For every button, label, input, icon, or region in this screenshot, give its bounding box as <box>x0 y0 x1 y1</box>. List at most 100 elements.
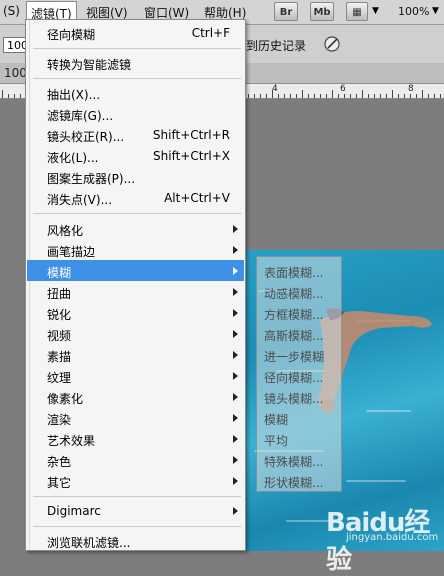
menu-item-smart-filter[interactable]: 转换为智能滤镜 <box>47 56 131 73</box>
menu-separator <box>33 78 241 79</box>
menu-item-sharpen[interactable]: 锐化 <box>47 306 71 323</box>
submenu-item[interactable]: 进一步模糊 <box>264 348 324 365</box>
ruler-tick <box>332 90 333 98</box>
submenu-item[interactable]: 镜头模糊... <box>264 390 323 407</box>
menu-item-stylize[interactable]: 风格化 <box>47 222 83 239</box>
submenu-item[interactable]: 平均 <box>264 432 288 449</box>
submenu-arrow-icon <box>233 309 238 317</box>
ruler-tick <box>440 94 441 98</box>
ruler-tick <box>422 90 423 98</box>
menu-item-liquify[interactable]: 液化(L)... <box>47 149 99 166</box>
submenu-arrow-icon <box>233 507 238 515</box>
ruler-tick <box>284 94 285 98</box>
ruler-tick <box>302 90 303 98</box>
menu-item-last-filter[interactable]: 径向模糊 <box>47 26 95 43</box>
ruler-tick <box>410 94 411 98</box>
menu-select[interactable]: (S) <box>3 4 20 18</box>
menu-item-sketch[interactable]: 素描 <box>47 348 71 365</box>
menu-item-vanishing-point[interactable]: 消失点(V)... <box>47 191 112 208</box>
menu-separator <box>33 48 241 49</box>
menu-item-blur[interactable]: 模糊 <box>47 264 71 281</box>
ruler-tick <box>338 94 339 98</box>
shortcut-label: Alt+Ctrl+V <box>164 191 230 205</box>
ruler-tick <box>290 94 291 98</box>
menu-item-video[interactable]: 视频 <box>47 327 71 344</box>
submenu-item[interactable]: 形状模糊... <box>264 474 323 491</box>
submenu-item[interactable]: 高斯模糊... <box>264 327 323 344</box>
submenu-arrow-icon <box>233 435 238 443</box>
menu-item-extract[interactable]: 抽出(X)... <box>47 86 100 103</box>
submenu-arrow-icon <box>233 456 238 464</box>
ruler-tick <box>14 94 15 98</box>
ruler-tick <box>434 94 435 98</box>
airbrush-icon[interactable] <box>322 34 342 54</box>
shortcut-label: Ctrl+F <box>191 26 230 40</box>
document-tab[interactable]: 100 <box>4 66 27 80</box>
ruler-tick <box>260 94 261 98</box>
mini-bridge-icon[interactable]: Mb <box>310 2 334 21</box>
ruler-tick <box>404 94 405 98</box>
ruler-tick <box>308 94 309 98</box>
menu-item-pixelate[interactable]: 像素化 <box>47 390 83 407</box>
ruler-tick <box>356 94 357 98</box>
menu-item-texture[interactable]: 纹理 <box>47 369 71 386</box>
ruler-label: 6 <box>340 84 346 94</box>
menu-item-other[interactable]: 其它 <box>47 474 71 491</box>
history-label[interactable]: 到历史记录 <box>246 37 306 54</box>
ruler-tick <box>344 94 345 98</box>
ruler-tick <box>392 90 393 98</box>
menu-item-pattern-maker[interactable]: 图案生成器(P)... <box>47 170 135 187</box>
submenu-arrow-icon <box>233 372 238 380</box>
ruler-tick <box>272 90 273 98</box>
ruler-tick <box>8 94 9 98</box>
submenu-arrow-icon <box>233 288 238 296</box>
submenu-item[interactable]: 特殊模糊... <box>264 453 323 470</box>
zoom-dropdown-icon[interactable]: ▼ <box>432 6 439 16</box>
submenu-item[interactable]: 模糊 <box>264 411 288 428</box>
watermark-url: jingyan.baidu.com <box>346 532 439 543</box>
ruler-tick <box>416 94 417 98</box>
ruler-label: 8 <box>408 84 414 94</box>
submenu-arrow-icon <box>233 330 238 338</box>
menu-item-brush-strokes[interactable]: 画笔描边 <box>47 243 95 260</box>
ruler-tick <box>386 94 387 98</box>
menu-item-artistic[interactable]: 艺术效果 <box>47 432 95 449</box>
ruler-tick <box>368 94 369 98</box>
ruler-tick <box>314 94 315 98</box>
submenu-item[interactable]: 表面模糊... <box>264 264 323 281</box>
menu-item-noise[interactable]: 杂色 <box>47 453 71 470</box>
menu-item-lens-correction[interactable]: 镜头校正(R)... <box>47 128 124 145</box>
ruler-tick <box>278 94 279 98</box>
shortcut-label: Shift+Ctrl+R <box>152 128 230 142</box>
ruler-tick <box>20 94 21 98</box>
ruler-tick <box>2 90 3 98</box>
menu-separator <box>33 526 241 527</box>
submenu-arrow-icon <box>233 393 238 401</box>
menu-item-filter-gallery[interactable]: 滤镜库(G)... <box>47 107 113 124</box>
shortcut-label: Shift+Ctrl+X <box>153 149 230 163</box>
ruler-tick <box>248 94 249 98</box>
menu-separator <box>33 213 241 214</box>
menu-separator <box>33 496 241 497</box>
ruler-tick <box>374 94 375 98</box>
view-extras-icon[interactable]: ▦ <box>346 2 368 21</box>
menu-item-render[interactable]: 渲染 <box>47 411 71 428</box>
menu-item-distort[interactable]: 扭曲 <box>47 285 71 302</box>
ruler-tick <box>266 94 267 98</box>
menu-item-digimarc[interactable]: Digimarc <box>47 504 101 518</box>
ruler-tick <box>362 90 363 98</box>
ruler-tick <box>326 94 327 98</box>
submenu-arrow-icon <box>233 414 238 422</box>
submenu-arrow-icon <box>233 477 238 485</box>
submenu-arrow-icon <box>233 351 238 359</box>
submenu-item[interactable]: 方框模糊... <box>264 306 323 323</box>
chevron-down-icon[interactable]: ▼ <box>372 6 379 16</box>
submenu-arrow-icon <box>233 225 238 233</box>
ruler-tick <box>350 94 351 98</box>
zoom-level[interactable]: 100% <box>398 5 429 18</box>
menu-item-browse-online[interactable]: 浏览联机滤镜... <box>47 534 130 551</box>
ruler-tick <box>254 94 255 98</box>
bridge-icon[interactable]: Br <box>274 2 298 21</box>
submenu-item[interactable]: 动感模糊... <box>264 285 323 302</box>
submenu-item[interactable]: 径向模糊... <box>264 369 323 386</box>
